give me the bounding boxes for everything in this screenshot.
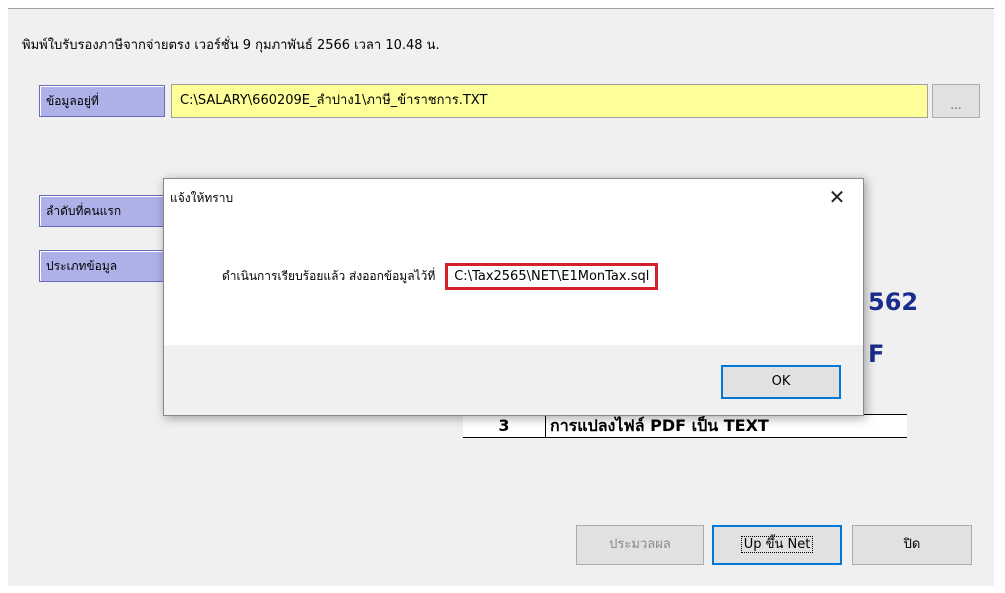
option-text: การแปลงไฟล์ PDF เป็น TEXT bbox=[550, 416, 769, 435]
dialog-message-text: ดำเนินการเรียบร้อยแล้ว ส่งออกข้อมูลไว้ที… bbox=[222, 269, 436, 283]
dialog-footer: OK bbox=[164, 345, 863, 415]
upload-net-button[interactable]: Up ขึ้น Net bbox=[712, 525, 842, 565]
first-order-label: ลำดับที่คนแรก bbox=[39, 195, 165, 227]
close-icon[interactable]: ✕ bbox=[825, 185, 849, 209]
format-text-partial: F bbox=[868, 340, 885, 368]
option-row[interactable]: 3 การแปลงไฟล์ PDF เป็น TEXT bbox=[463, 414, 907, 438]
file-location-label: ข้อมูลอยู่ที่ bbox=[39, 85, 165, 117]
file-path-field[interactable]: C:\SALARY\660209E_ลำปาง1\ภาษี_ข้าราชการ.… bbox=[171, 84, 928, 118]
upload-net-label: Up ขึ้น Net bbox=[740, 536, 814, 553]
notification-dialog: แจ้งให้ทราบ ✕ ดำเนินการเรียบร้อยแล้ว ส่ง… bbox=[163, 178, 864, 416]
dialog-title: แจ้งให้ทราบ bbox=[170, 191, 234, 205]
browse-button[interactable]: ... bbox=[932, 84, 980, 118]
process-button[interactable]: ประมวลผล bbox=[576, 525, 704, 565]
dialog-message: ดำเนินการเรียบร้อยแล้ว ส่งออกข้อมูลไว้ที… bbox=[222, 263, 659, 290]
ok-button[interactable]: OK bbox=[721, 365, 841, 399]
close-button[interactable]: ปิด bbox=[852, 525, 972, 565]
year-text-partial: 562 bbox=[868, 288, 919, 316]
export-path: C:\Tax2565\NET\E1MonTax.sql bbox=[445, 263, 659, 290]
data-type-label: ประเภทข้อมูล bbox=[39, 250, 165, 282]
option-number: 3 bbox=[463, 415, 546, 437]
window-title: พิมพ์ใบรับรองภาษีจากจ่ายตรง เวอร์ชั่น 9 … bbox=[22, 38, 440, 53]
